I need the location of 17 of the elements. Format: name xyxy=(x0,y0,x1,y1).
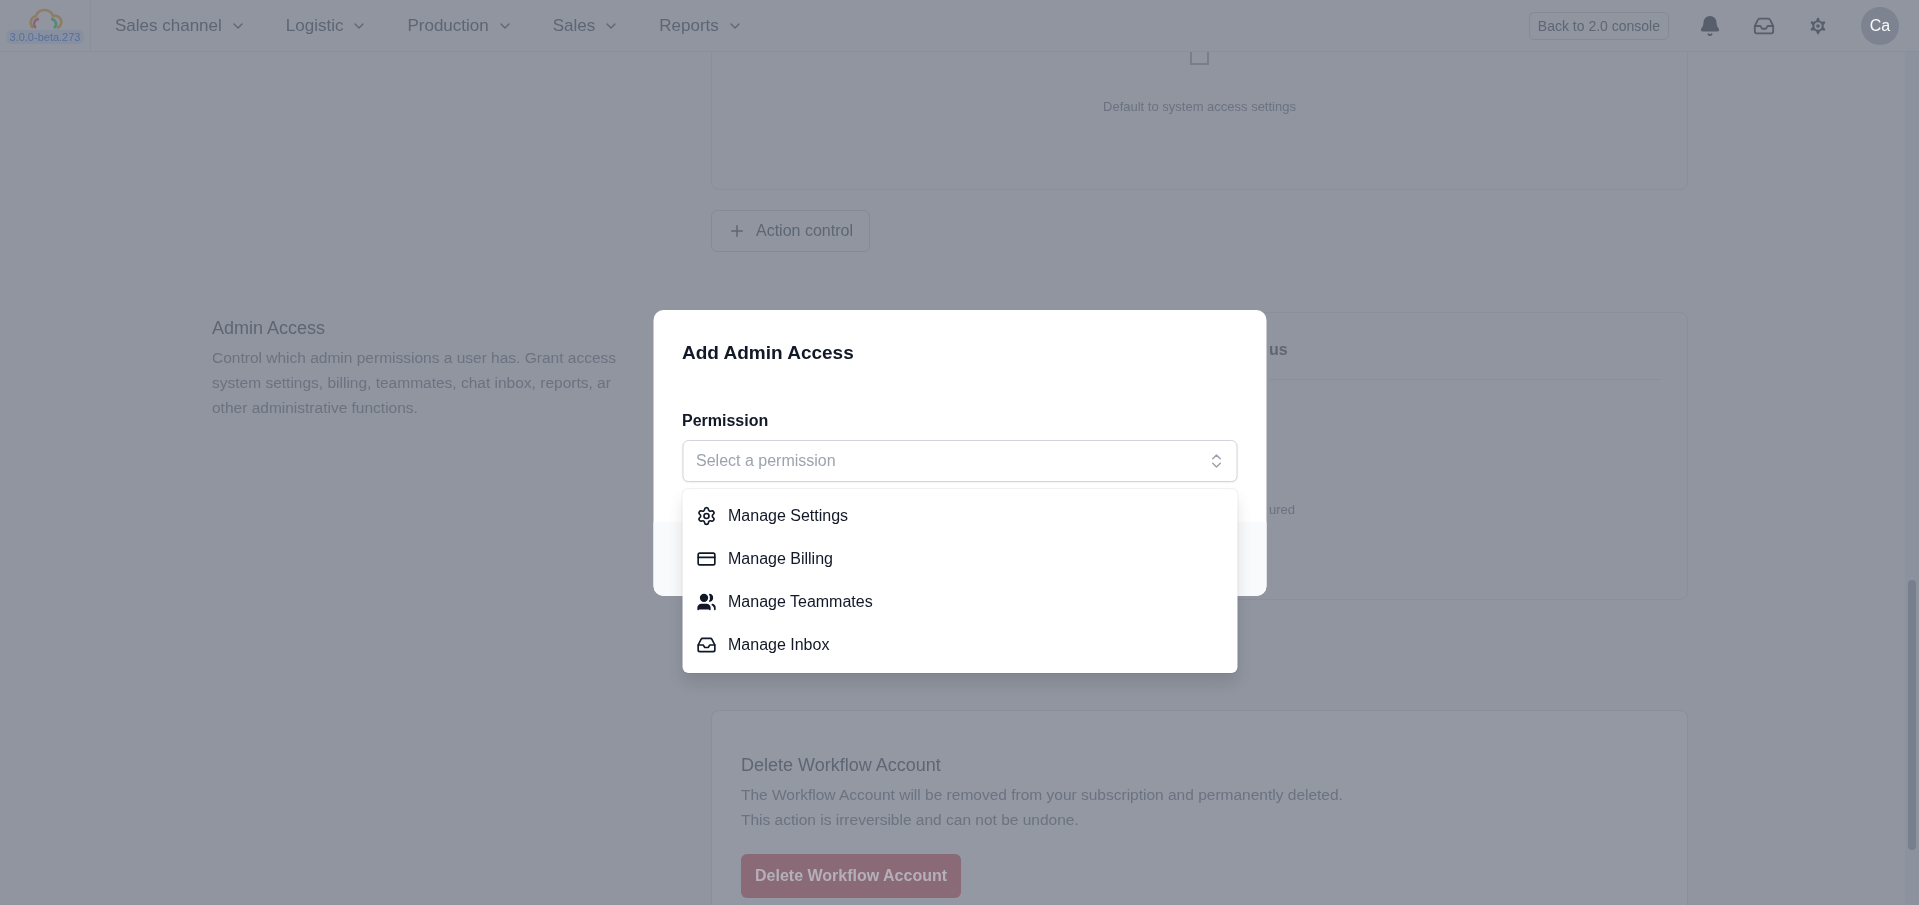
select-field[interactable]: Select a permission xyxy=(682,439,1237,482)
cloud-logo-icon xyxy=(27,7,63,30)
bell-icon[interactable] xyxy=(1699,14,1721,37)
delete-button[interactable]: Delete Workflow Account xyxy=(741,854,962,898)
settings-icon[interactable] xyxy=(1807,14,1829,37)
menu-option[interactable]: Manage Billing xyxy=(682,537,1237,581)
menu-option[interactable]: Manage Teammates xyxy=(682,580,1237,624)
inbox-icon xyxy=(696,635,716,655)
gear-icon xyxy=(696,506,716,526)
user-avatar[interactable]: Ca xyxy=(1861,6,1899,45)
plus-icon xyxy=(728,222,746,240)
credit-card-icon xyxy=(696,549,716,569)
field-label: Permission xyxy=(682,410,769,431)
menu-option[interactable]: Manage Settings xyxy=(682,494,1237,538)
dialog-title: Add Admin Access xyxy=(682,340,854,365)
menu-option[interactable]: Manage Inbox xyxy=(682,623,1237,667)
people-icon xyxy=(696,592,716,612)
